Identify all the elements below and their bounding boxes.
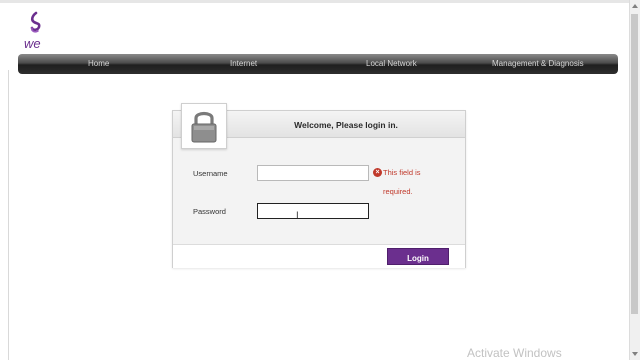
nav-home[interactable]: Home bbox=[88, 54, 109, 74]
nav-internet[interactable]: Internet bbox=[230, 54, 257, 74]
lock-frame bbox=[181, 103, 227, 149]
activate-windows-watermark: Activate Windows bbox=[467, 346, 562, 360]
we-logo: we bbox=[22, 10, 50, 52]
nav-local-network[interactable]: Local Network bbox=[366, 54, 417, 74]
password-label: Password bbox=[193, 207, 226, 216]
main-nav: Home Internet Local Network Management &… bbox=[18, 54, 618, 74]
error-message-line1: This field is bbox=[383, 168, 421, 177]
username-label: Username bbox=[193, 169, 228, 178]
error-message-line2: required. bbox=[383, 187, 413, 196]
page: we Home Internet Local Network Managemen… bbox=[0, 0, 640, 360]
left-border bbox=[8, 70, 9, 360]
top-border bbox=[0, 0, 640, 3]
login-button[interactable]: Login bbox=[387, 248, 449, 265]
login-title: Welcome, Please login in. bbox=[294, 120, 398, 130]
text-cursor-icon: I bbox=[296, 211, 299, 221]
nav-management-diagnosis[interactable]: Management & Diagnosis bbox=[492, 54, 584, 74]
vertical-scrollbar[interactable] bbox=[629, 0, 640, 360]
scroll-thumb[interactable] bbox=[631, 14, 638, 314]
scroll-down-icon[interactable] bbox=[632, 352, 638, 356]
error-x-icon: × bbox=[373, 168, 382, 177]
username-input[interactable] bbox=[257, 165, 369, 181]
password-input[interactable] bbox=[257, 203, 369, 219]
scroll-up-icon[interactable] bbox=[632, 4, 638, 8]
logo-text: we bbox=[24, 36, 41, 51]
login-panel: Welcome, Please login in. Username × Thi… bbox=[172, 103, 466, 268]
padlock-icon bbox=[191, 111, 217, 143]
